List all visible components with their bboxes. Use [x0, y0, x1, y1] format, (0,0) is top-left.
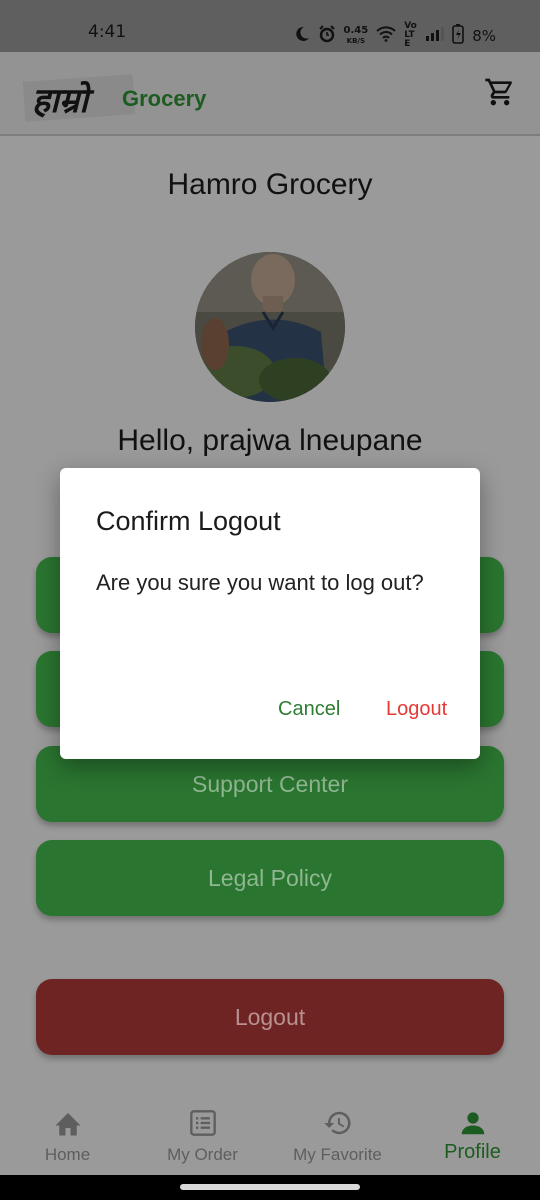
person-icon — [457, 1107, 489, 1139]
signal-icon — [426, 26, 445, 45]
nav-home[interactable]: Home — [0, 1093, 135, 1175]
logout-dialog: Confirm Logout Are you sure you want to … — [60, 468, 480, 759]
app-bar: हाम्रो Grocery — [0, 52, 540, 136]
nav-my-favorite-label: My Favorite — [293, 1145, 382, 1164]
dialog-message: Are you sure you want to log out? — [96, 570, 424, 595]
moon-icon — [294, 26, 310, 46]
history-icon — [322, 1107, 354, 1139]
logout-button[interactable]: Logout — [36, 979, 504, 1055]
status-bar: 4:41 0.45 KB/S Vo LTE 8% — [0, 0, 540, 52]
status-time: 4:41 — [88, 22, 127, 42]
list-icon — [187, 1107, 219, 1139]
battery-icon — [452, 23, 465, 48]
home-icon — [52, 1107, 84, 1139]
nav-profile[interactable]: Profile — [405, 1093, 540, 1175]
network-speed-unit: KB/S — [346, 36, 366, 45]
dialog-logout-button[interactable]: Logout — [376, 694, 457, 725]
store-title: Hamro Grocery — [167, 168, 373, 201]
nav-my-order[interactable]: My Order — [135, 1093, 270, 1175]
status-icons: 0.45 KB/S Vo LTE 8% — [294, 22, 496, 49]
gesture-handle[interactable] — [180, 1184, 360, 1190]
bottom-nav: Home My Order My Favorite Profile — [0, 1093, 540, 1175]
dialog-title: Confirm Logout — [96, 506, 281, 536]
avatar — [195, 252, 345, 402]
nav-profile-label: Profile — [444, 1141, 501, 1163]
nav-my-favorite[interactable]: My Favorite — [270, 1093, 405, 1175]
legal-policy-button[interactable]: Legal Policy — [36, 840, 504, 916]
logout-button-label: Logout — [234, 1003, 306, 1030]
legal-policy-label: Legal Policy — [207, 864, 333, 891]
network-speed-value: 0.45 — [343, 24, 369, 36]
wifi-icon — [376, 25, 396, 46]
cart-button[interactable] — [482, 76, 518, 112]
logo-grocery-text: Grocery — [122, 86, 207, 111]
nav-my-order-label: My Order — [167, 1145, 238, 1164]
logo-script-text: हाम्रो — [32, 81, 88, 121]
support-center-label: Support Center — [192, 770, 348, 797]
gesture-area — [0, 1175, 540, 1200]
battery-level: 8% — [472, 26, 496, 45]
alarm-icon — [318, 24, 336, 47]
nav-home-label: Home — [44, 1145, 91, 1164]
volte-label: Vo LTE — [404, 21, 417, 49]
app-logo: हाम्रो Grocery — [22, 66, 212, 124]
network-speed: 0.45 KB/S — [343, 24, 369, 46]
greeting-text: Hello, prajwa lneupane — [117, 424, 423, 457]
cart-icon — [484, 76, 516, 113]
dialog-cancel-button[interactable]: Cancel — [268, 694, 350, 725]
